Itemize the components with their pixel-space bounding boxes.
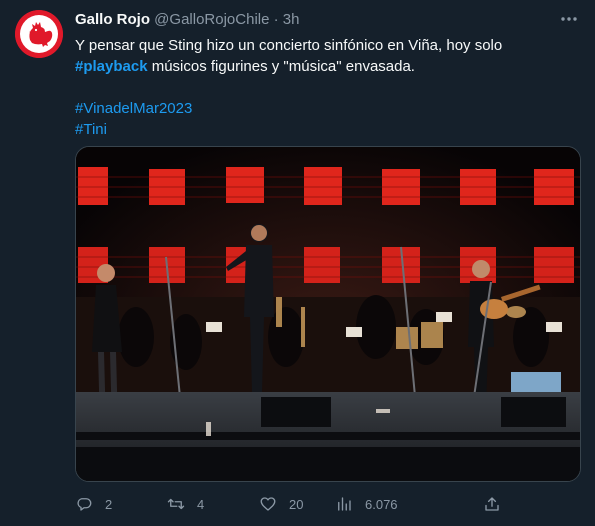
avatar[interactable]	[15, 10, 63, 58]
tweet-text-line2: músicos figurines y "música" envasada.	[147, 58, 415, 75]
reply-icon	[77, 498, 92, 511]
concert-photo	[76, 147, 580, 481]
display-name[interactable]: Gallo Rojo	[75, 11, 150, 28]
more-icon	[561, 17, 577, 21]
hashtag-tini[interactable]: #Tini	[75, 121, 107, 138]
tweet-actions: 2 4 20 6.076	[75, 494, 575, 518]
retweet-count: 4	[197, 496, 205, 512]
separator-dot: ·	[273, 11, 279, 28]
views-count: 6.076	[365, 496, 398, 512]
retweet-button[interactable]: 4	[167, 494, 204, 514]
tweet-text-line1: Y pensar que Sting hizo un concierto sin…	[75, 37, 503, 54]
user-handle[interactable]: @GalloRojoChile	[154, 11, 269, 28]
like-button[interactable]: 20	[259, 494, 303, 514]
reply-count: 2	[105, 496, 113, 512]
views-button[interactable]: 6.076	[335, 494, 398, 514]
hashtag-vinadelmar[interactable]: #VinadelMar2023	[75, 100, 192, 117]
rooster-logo	[15, 10, 63, 58]
tweet[interactable]: Gallo Rojo @GalloRojoChile · 3h Y pensar…	[0, 0, 595, 526]
tweet-text: Y pensar que Sting hizo un concierto sin…	[75, 35, 575, 140]
tweet-header: Gallo Rojo @GalloRojoChile · 3h	[75, 11, 575, 31]
like-icon	[260, 497, 276, 511]
views-icon	[338, 497, 351, 511]
retweet-icon	[167, 498, 185, 510]
share-icon	[485, 497, 499, 511]
tweet-photo[interactable]	[75, 146, 581, 482]
more-button[interactable]	[559, 11, 579, 27]
timestamp[interactable]: 3h	[283, 11, 300, 28]
hashtag-playback[interactable]: #playback	[75, 58, 148, 75]
reply-button[interactable]: 2	[75, 494, 112, 514]
share-button[interactable]	[483, 494, 501, 514]
like-count: 20	[289, 496, 304, 512]
